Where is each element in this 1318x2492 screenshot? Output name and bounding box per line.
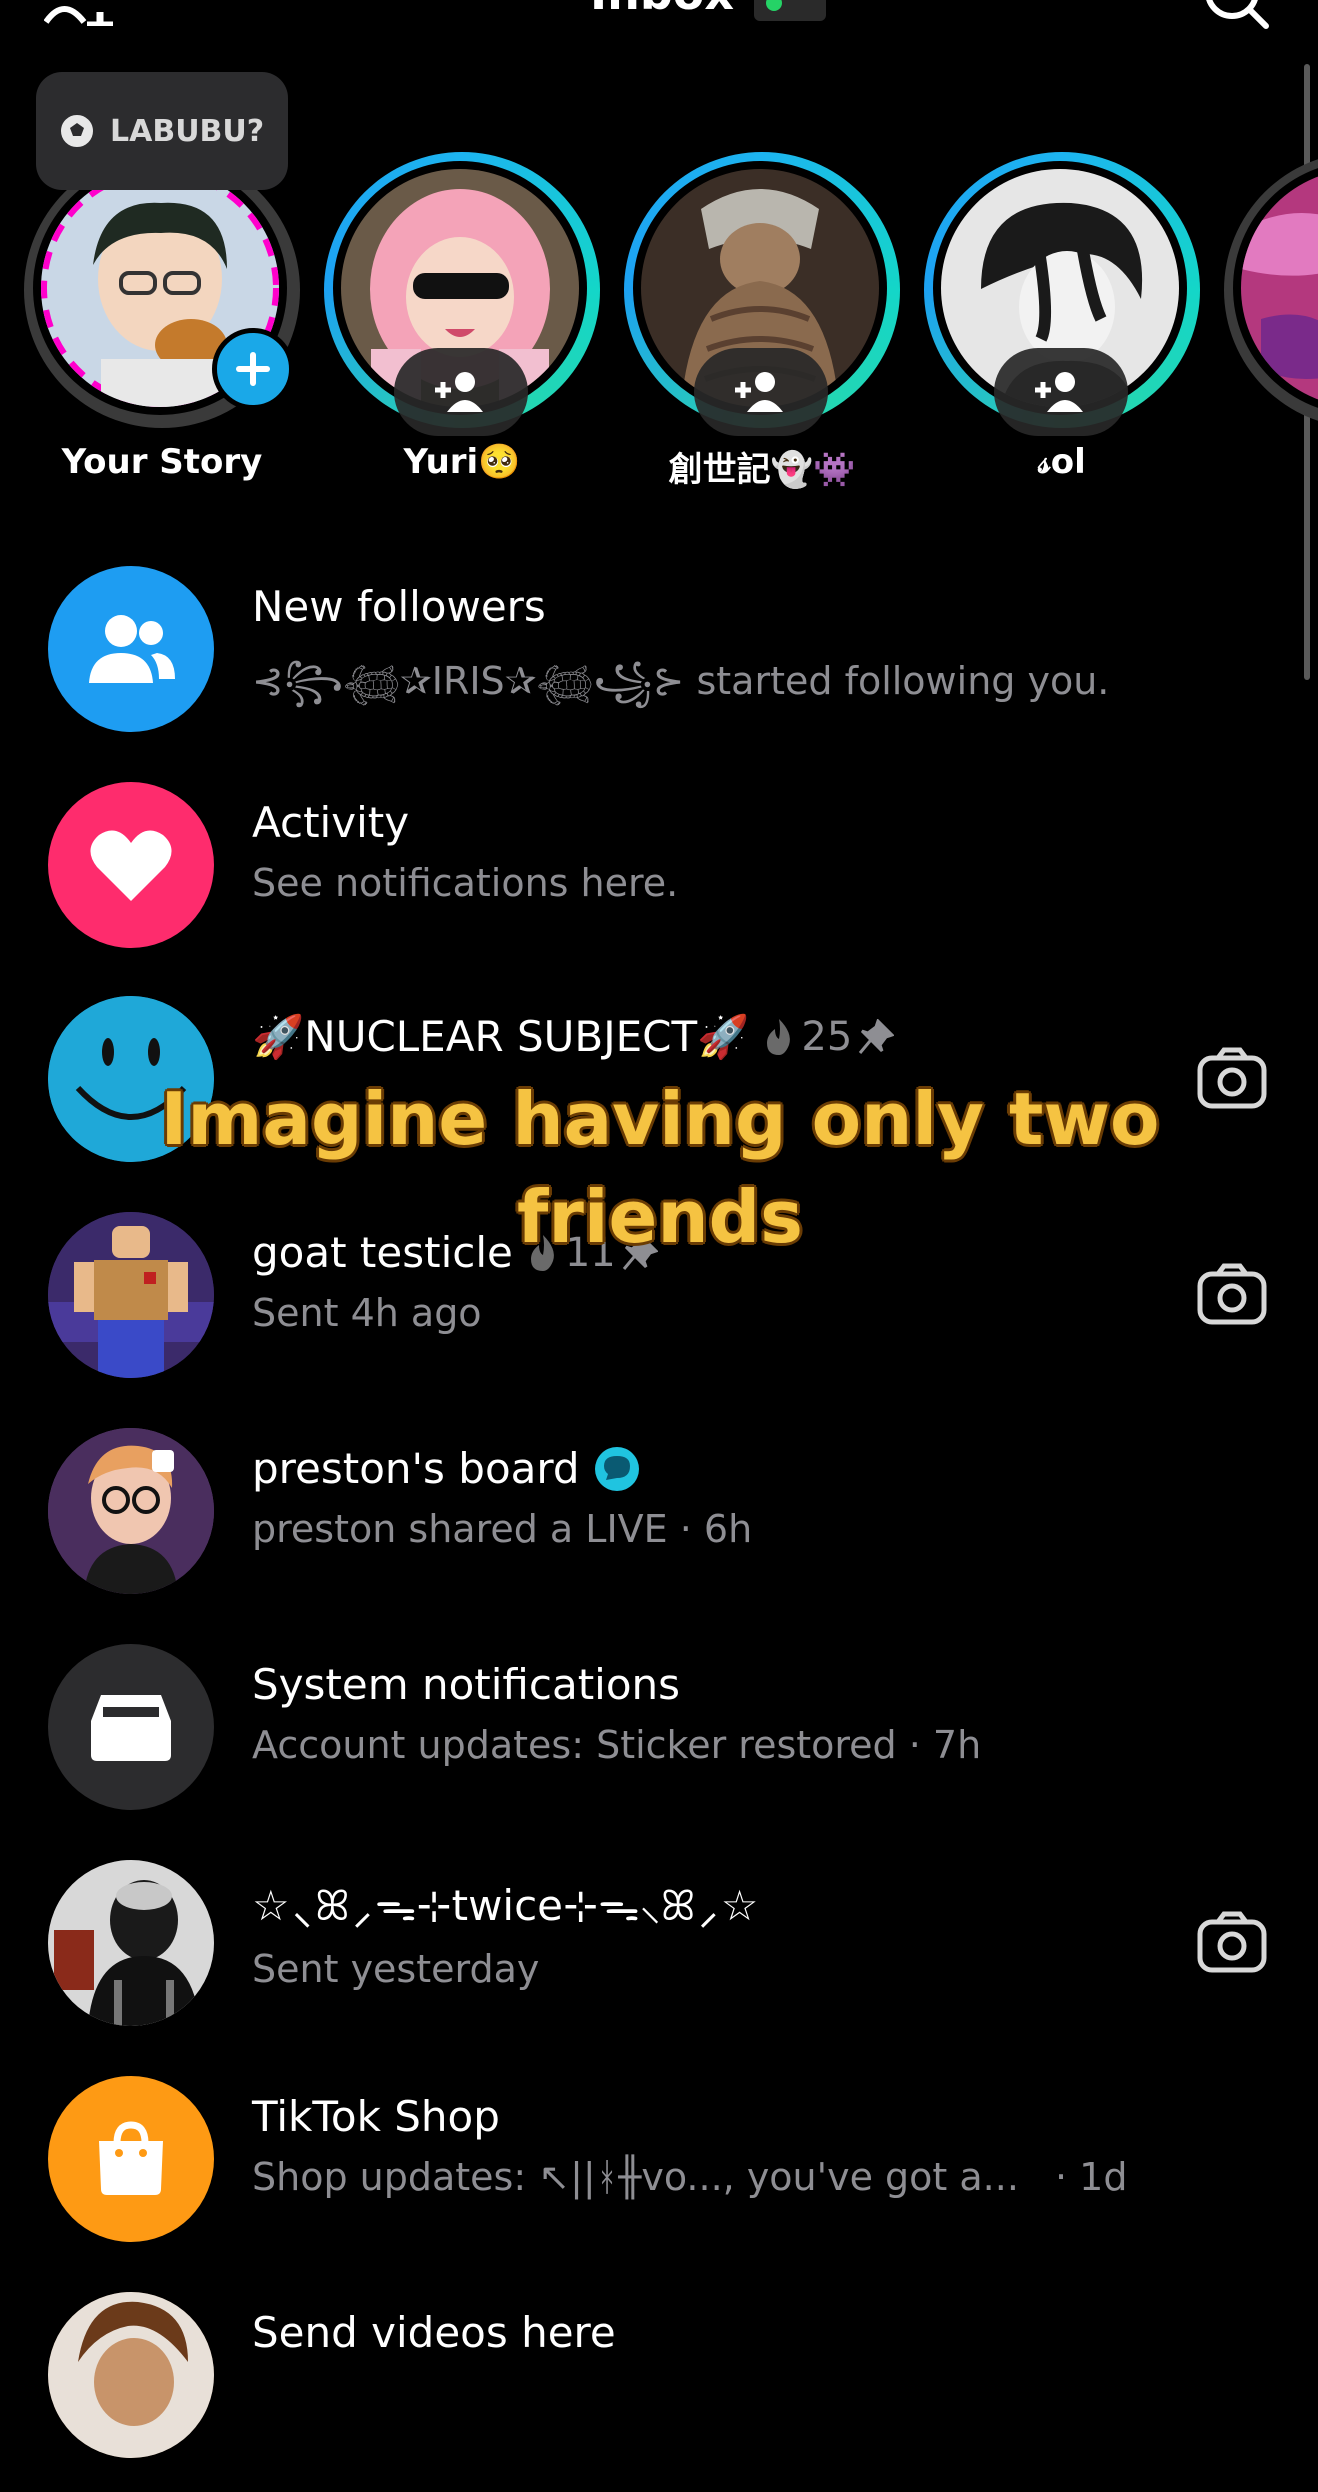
row-subtitle: Sent 4h ago	[252, 1291, 482, 1335]
story-partial[interactable]: 『◇ꕥ	[1222, 150, 1318, 490]
row-title: ☆⸜ꕤ⸝ᯓ⊹twice⊹ᯓ⸜ꕤ⸝☆	[252, 1881, 759, 1930]
add-friend-button[interactable]	[994, 348, 1128, 436]
top-bar: Inbox	[0, 0, 1318, 40]
soccer-ball-icon	[59, 113, 95, 149]
story-your-story[interactable]: Your Story	[22, 150, 302, 490]
video-caption-overlay: Imagine having only two friends	[160, 1077, 1160, 1259]
pin-icon	[859, 1019, 895, 1054]
avatar	[48, 1860, 214, 2026]
person-avatar-icon	[48, 1428, 214, 1594]
row-subtitle: Account updates: Sticker restored · 7h	[252, 1723, 982, 1767]
people-icon	[89, 615, 175, 683]
row-title: Activity	[252, 798, 410, 847]
avatar	[48, 2292, 214, 2458]
row-title: System notifications	[252, 1660, 681, 1709]
row-title: 🚀NUCLEAR SUBJECT🚀	[252, 1012, 750, 1061]
add-friend-icon	[435, 372, 483, 412]
flame-icon	[767, 1019, 791, 1055]
inbox-row-prestons-board[interactable]: preston's board preston shared a LIVE · …	[0, 1428, 1318, 1628]
online-dot-icon	[766, 0, 783, 11]
story-label: 創世記👻👾	[668, 450, 856, 490]
group-chat-icon	[594, 1446, 639, 1491]
story-label: 『◇ꕥ	[1222, 442, 1318, 491]
row-title: preston's board	[252, 1444, 580, 1493]
story-sol[interactable]: 𝓈ol	[922, 150, 1202, 490]
inbox-title-wrap: Inbox	[590, 0, 827, 21]
add-friend-button[interactable]	[694, 348, 828, 436]
row-text: Activity See notifications here.	[252, 798, 1198, 905]
avatar	[48, 782, 214, 948]
row-title: New followers	[252, 582, 546, 631]
row-title-wrap: 🚀NUCLEAR SUBJECT🚀 25	[252, 1012, 1198, 1062]
row-subtitle: Sent yesterday	[252, 1947, 540, 1991]
avatar	[48, 1428, 214, 1594]
row-text: System notifications Account updates: St…	[252, 1660, 1198, 1767]
story-label: 𝓈ol	[1038, 442, 1086, 482]
row-subtitle-wrap: Shop updates: ↖||ᚼ╫vo..., you've got a..…	[252, 2155, 1198, 2199]
page-title: Inbox	[590, 0, 734, 20]
row-subtitle: Shop updates: ↖||ᚼ╫vo..., you've got a..…	[252, 2155, 1019, 2199]
row-title: TikTok Shop	[252, 2092, 500, 2141]
row-text: TikTok Shop Shop updates: ↖||ᚼ╫vo..., yo…	[252, 2092, 1198, 2199]
shopping-bag-icon	[99, 2121, 163, 2195]
story-soseiki[interactable]: 創世記👻👾	[622, 150, 902, 490]
row-title-wrap: preston's board	[252, 1444, 1198, 1493]
camera-icon[interactable]	[1196, 1258, 1268, 1330]
row-text: preston's board preston shared a LIVE · …	[252, 1444, 1198, 1551]
story-yuri[interactable]: Yuri🥺	[322, 150, 602, 490]
avatar	[48, 566, 214, 732]
row-text: 🚀NUCLEAR SUBJECT🚀 25	[252, 1012, 1198, 1076]
row-subtitle: ⊰꧂𓆉✰IRIS✰𓆉꧁⊱ started following you.	[252, 659, 1110, 703]
row-text: Send videos here	[252, 2308, 1198, 2357]
story-note-bubble[interactable]: LABUBU?	[36, 72, 288, 190]
inbox-row-send-videos[interactable]: Send videos here	[0, 2292, 1318, 2492]
add-story-button[interactable]	[212, 328, 294, 410]
row-title: Send videos here	[252, 2308, 616, 2357]
inbox-row-system-notifications[interactable]: System notifications Account updates: St…	[0, 1644, 1318, 1844]
person-avatar-icon	[48, 2292, 214, 2458]
streak-count: 25	[801, 1014, 853, 1060]
masked-avatar-icon	[48, 1860, 214, 2026]
story-label: Your Story	[61, 442, 263, 482]
add-friend-icon[interactable]	[44, 0, 124, 26]
plus-icon	[236, 352, 270, 386]
row-text: New followers ⊰꧂𓆉✰IRIS✰𓆉꧁⊱ started follo…	[252, 582, 1198, 729]
online-status-badge[interactable]	[754, 0, 827, 21]
row-subtitle: See notifications here.	[252, 861, 679, 905]
avatar	[48, 1644, 214, 1810]
camera-icon[interactable]	[1196, 1042, 1268, 1114]
inbox-row-tiktok-shop[interactable]: TikTok Shop Shop updates: ↖||ᚼ╫vo..., yo…	[0, 2076, 1318, 2276]
row-timestamp: · 1d	[1055, 2155, 1128, 2199]
streak-badge: 25	[763, 1014, 895, 1060]
inbox-row-activity[interactable]: Activity See notifications here.	[0, 782, 1318, 982]
row-subtitle: preston shared a LIVE · 6h	[252, 1507, 753, 1551]
camera-icon[interactable]	[1196, 1906, 1268, 1978]
add-friend-icon	[735, 372, 783, 412]
story-label: Yuri🥺	[403, 442, 521, 482]
add-friend-icon	[1035, 372, 1083, 412]
inbox-row-new-followers[interactable]: New followers ⊰꧂𓆉✰IRIS✰𓆉꧁⊱ started follo…	[0, 566, 1318, 766]
add-friend-button[interactable]	[394, 348, 528, 436]
search-icon[interactable]	[1200, 0, 1270, 30]
inbox-tray-icon	[91, 1695, 171, 1761]
story-note-text: LABUBU?	[110, 113, 265, 149]
stories-row: Your Story Yuri🥺 創世記👻👾 𝓈ol	[0, 150, 1318, 500]
row-text: ☆⸜ꕤ⸝ᯓ⊹twice⊹ᯓ⸜ꕤ⸝☆ Sent yesterday	[252, 1876, 1198, 1991]
avatar	[48, 2076, 214, 2242]
heart-icon	[90, 830, 172, 901]
inbox-row-twice[interactable]: ☆⸜ꕤ⸝ᯓ⊹twice⊹ᯓ⸜ꕤ⸝☆ Sent yesterday	[0, 1860, 1318, 2060]
